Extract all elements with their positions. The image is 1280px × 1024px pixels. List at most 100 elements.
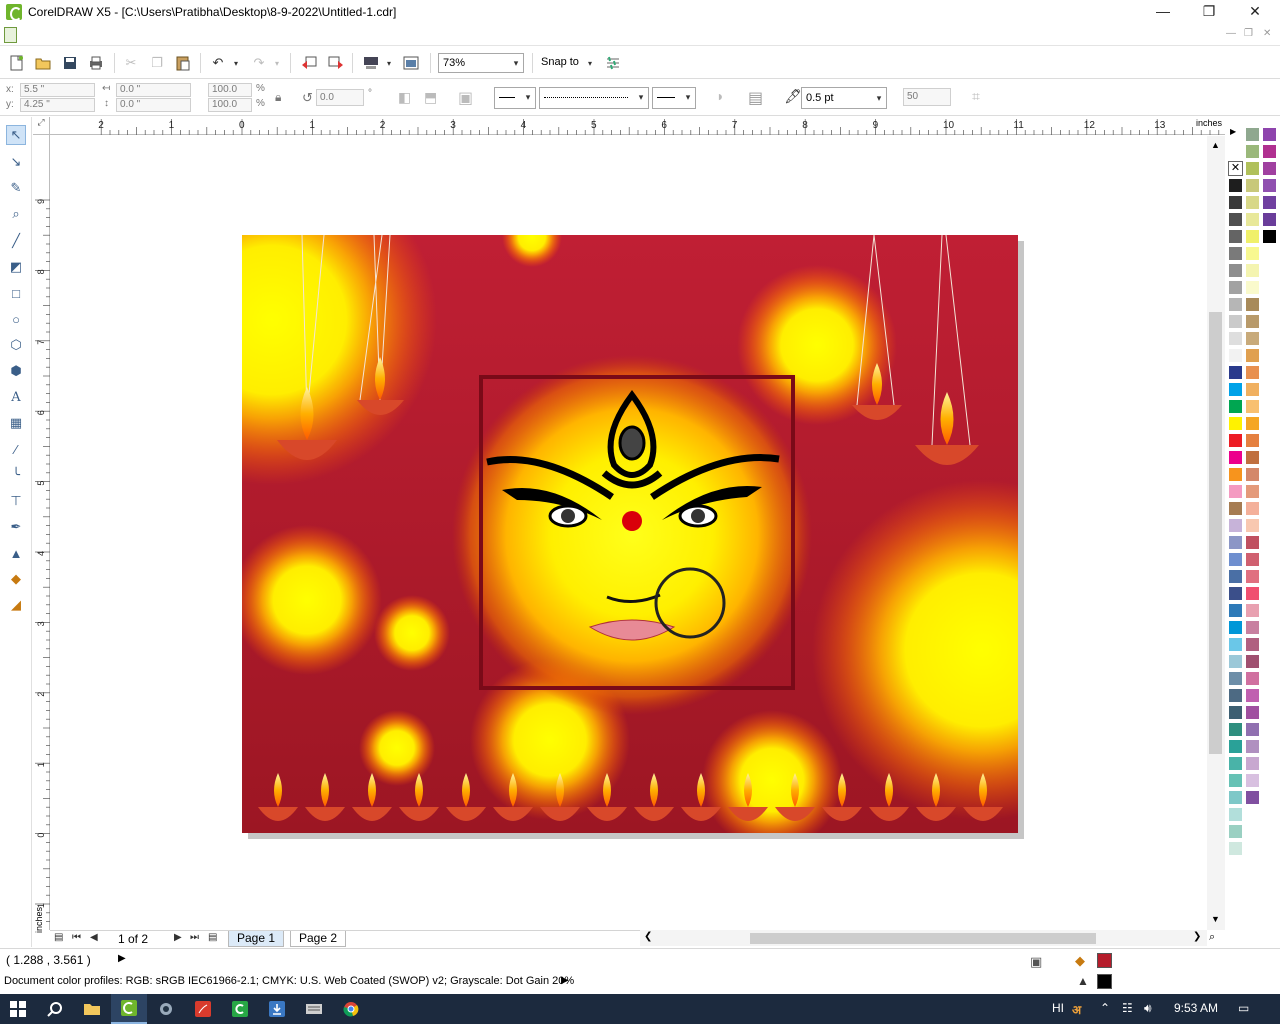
color-swatch[interactable] <box>1228 824 1243 839</box>
basic-shapes-tool-icon[interactable]: ⬢ <box>6 361 26 381</box>
save-icon[interactable] <box>61 54 79 72</box>
color-swatch[interactable] <box>1245 297 1260 312</box>
wrap-text-icon[interactable]: ▣ <box>458 88 473 108</box>
connector-tool-icon[interactable]: ╰ <box>6 465 26 485</box>
fill-tool-icon[interactable]: ◆ <box>6 569 26 589</box>
color-swatch[interactable] <box>1228 450 1243 465</box>
copy-icon[interactable]: ❐ <box>148 54 166 72</box>
vertical-ruler[interactable]: 98765432101 inches <box>33 135 50 966</box>
color-swatch[interactable] <box>1228 688 1243 703</box>
color-swatch[interactable] <box>1245 654 1260 669</box>
zoom-tool-icon[interactable]: ⌕ <box>6 204 26 224</box>
color-swatch[interactable] <box>1228 535 1243 550</box>
color-swatch[interactable] <box>1228 654 1243 669</box>
launcher-dropdown-icon[interactable]: ▾ <box>384 54 394 72</box>
restore-button[interactable]: ❐ <box>1186 0 1232 24</box>
volume-icon[interactable]: 🔊︎ <box>1144 1001 1152 1016</box>
scale-x-field[interactable]: 100.0 <box>208 83 252 97</box>
line-style-select[interactable]: ▾ <box>539 87 649 109</box>
doc-restore-icon[interactable]: ❐ <box>1244 28 1253 39</box>
scroll-right-icon[interactable]: ❯ <box>1193 931 1201 942</box>
cut-icon[interactable]: ✂ <box>122 54 140 72</box>
adobe-acrobat-icon[interactable] <box>185 994 221 1024</box>
color-swatch[interactable] <box>1245 484 1260 499</box>
ruler-origin[interactable]: ⤢ <box>33 117 50 135</box>
nudge-field[interactable]: 50 <box>903 88 951 106</box>
vertical-scroll-thumb[interactable] <box>1209 312 1222 754</box>
fill-color-swatch[interactable] <box>1097 953 1112 968</box>
color-swatch[interactable] <box>1228 501 1243 516</box>
color-swatch[interactable] <box>1228 382 1243 397</box>
color-swatch[interactable] <box>1228 280 1243 295</box>
minimize-button[interactable]: — <box>1140 0 1186 24</box>
profiles-expand-icon[interactable]: ▶ <box>561 975 569 986</box>
color-swatch[interactable] <box>1245 739 1260 754</box>
start-arrowhead-select[interactable]: ▾ <box>494 87 536 109</box>
end-arrowhead-select[interactable]: ▾ <box>652 87 696 109</box>
color-swatch[interactable] <box>1262 212 1277 227</box>
color-swatch[interactable] <box>1245 382 1260 397</box>
color-swatch[interactable] <box>1228 416 1243 431</box>
text-tool-icon[interactable]: A <box>6 387 26 407</box>
color-swatch[interactable] <box>1228 773 1243 788</box>
new-icon[interactable] <box>8 54 26 72</box>
lock-ratio-icon[interactable]: 🔒︎ <box>275 90 281 105</box>
color-swatch[interactable] <box>1228 841 1243 856</box>
document-icon[interactable] <box>4 27 17 43</box>
color-swatch[interactable] <box>1228 620 1243 635</box>
color-swatch[interactable] <box>1228 467 1243 482</box>
horizontal-scroll-thumb[interactable] <box>750 933 1096 944</box>
color-swatch[interactable] <box>1228 212 1243 227</box>
color-swatch[interactable] <box>1262 127 1277 142</box>
color-swatch[interactable] <box>1245 450 1260 465</box>
open-icon[interactable] <box>34 54 52 72</box>
color-swatch[interactable] <box>1228 297 1243 312</box>
tab-page-2[interactable]: Page 2 <box>290 931 347 947</box>
color-swatch[interactable] <box>1245 195 1260 210</box>
color-swatch[interactable] <box>1245 586 1260 601</box>
mirror-vertical-icon[interactable]: ⬒ <box>424 89 437 106</box>
color-swatch[interactable] <box>1228 195 1243 210</box>
color-swatch[interactable] <box>1245 331 1260 346</box>
pick-tool-icon[interactable]: ↖ <box>6 125 26 145</box>
import-icon[interactable] <box>300 54 318 72</box>
redo-icon[interactable]: ↷ <box>250 54 268 72</box>
zoom-level-select[interactable]: 73% ▾ <box>438 53 524 73</box>
color-swatch[interactable] <box>1228 722 1243 737</box>
color-swatch[interactable] <box>1262 195 1277 210</box>
export-icon[interactable] <box>327 54 345 72</box>
polygon-tool-icon[interactable]: ⬡ <box>6 335 26 355</box>
scroll-down-icon[interactable]: ▼ <box>1211 914 1220 924</box>
color-swatch[interactable] <box>1228 518 1243 533</box>
color-swatch[interactable] <box>1245 790 1260 805</box>
color-swatch[interactable] <box>1245 416 1260 431</box>
application-launcher-icon[interactable] <box>362 54 380 72</box>
input-language-indicator[interactable]: HI <box>1052 1001 1064 1015</box>
color-swatch[interactable] <box>1262 161 1277 176</box>
notifications-icon[interactable]: ▭ <box>1238 1001 1249 1015</box>
color-swatch[interactable] <box>1228 603 1243 618</box>
color-swatch[interactable] <box>1228 314 1243 329</box>
color-swatch[interactable] <box>1245 280 1260 295</box>
color-swatch[interactable] <box>1228 399 1243 414</box>
smart-fill-tool-icon[interactable]: ◩ <box>6 257 26 277</box>
outline-width-select[interactable]: 0.5 pt ▾ <box>801 87 887 109</box>
corel-capture-icon[interactable] <box>148 994 184 1024</box>
color-swatch[interactable] <box>1245 348 1260 363</box>
color-swatch[interactable] <box>1228 263 1243 278</box>
interactive-fill-tool-icon[interactable]: ◢ <box>6 595 26 615</box>
color-swatch[interactable] <box>1245 246 1260 261</box>
network-icon[interactable]: ☷ <box>1122 1001 1133 1015</box>
tab-page-1[interactable]: Page 1 <box>228 931 285 947</box>
color-swatch[interactable] <box>1228 178 1243 193</box>
color-swatch[interactable] <box>1262 178 1277 193</box>
color-swatch[interactable] <box>1228 331 1243 346</box>
scroll-left-icon[interactable]: ❮ <box>644 931 652 942</box>
color-swatch[interactable] <box>1228 569 1243 584</box>
keyboard-icon[interactable] <box>296 994 332 1024</box>
undo-icon[interactable]: ↶ <box>209 54 227 72</box>
color-swatch[interactable] <box>1245 314 1260 329</box>
insert-page-before-icon[interactable]: ▤ <box>54 932 63 943</box>
x-position-field[interactable]: 5.5 " <box>20 83 95 97</box>
redo-dropdown-icon[interactable]: ▾ <box>272 54 282 72</box>
